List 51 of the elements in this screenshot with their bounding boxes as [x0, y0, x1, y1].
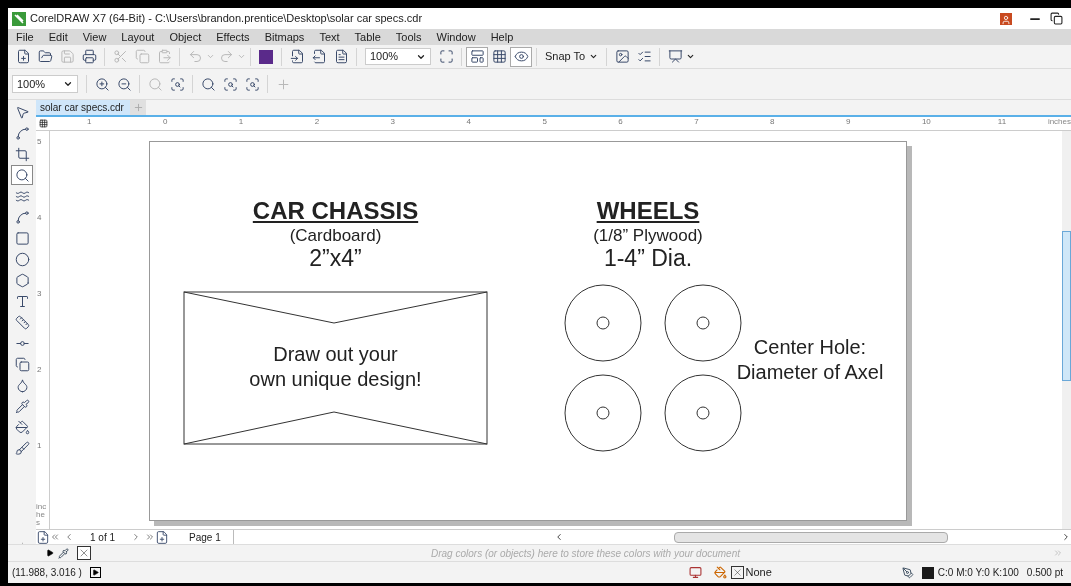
outline-color: C:0 M:0 Y:0 K:100 [937, 566, 1019, 580]
ruler-label: 1 [37, 441, 42, 450]
axle-note: Center Hole: Diameter of Axel [735, 335, 885, 385]
page-counter: 1 of 1 [90, 530, 116, 545]
menu-item[interactable]: Edit [48, 28, 68, 46]
heading: WHEELS [596, 199, 700, 223]
size-label: 1-4” Dia. [603, 247, 693, 270]
design-note: Draw out your own unique design! [248, 342, 423, 392]
ruler-label: 0 [162, 117, 168, 126]
ruler-label: 7 [694, 117, 699, 126]
menu-item[interactable]: Bitmaps [264, 28, 305, 46]
zoom-level-dropdown[interactable]: 100% [12, 75, 78, 93]
menu-item[interactable]: Object [169, 28, 202, 46]
fill-status: None [745, 565, 772, 581]
ruler-label: 4 [466, 117, 471, 126]
menu-item[interactable]: View [82, 28, 107, 46]
material-label: (1/8” Plywood) [593, 227, 703, 244]
ruler-label: 10 [921, 117, 931, 126]
menu-item[interactable]: Window [436, 28, 476, 46]
zoom-level-dropdown[interactable]: 100% [365, 48, 431, 65]
cursor-coordinates: (11.988, 3.016 ) [12, 566, 82, 580]
ruler-label: 2 [314, 117, 320, 126]
ruler-label: 2 [37, 365, 42, 374]
ruler-label: 3 [390, 117, 396, 126]
ruler-label: 1 [238, 117, 244, 126]
ruler-label: 9 [846, 117, 851, 126]
ruler-label: 1 [87, 117, 92, 126]
snap-to-dropdown[interactable]: Snap To [541, 48, 603, 65]
window-title: CorelDRAW X7 (64-Bit) - C:\Users\brandon.prentice\Desktop\solar car specs.cdr [30, 11, 423, 27]
outline-width: 0.500 pt [1026, 566, 1063, 580]
material-label: (Cardboard) [289, 227, 382, 244]
menu-item[interactable]: Layout [121, 28, 155, 46]
size-label: 2”x4” [309, 247, 362, 270]
document-tab[interactable]: solar car specs.cdr [36, 100, 130, 115]
ruler-label: 11 [997, 117, 1007, 126]
ruler-label: 5 [37, 137, 42, 146]
menu-item[interactable]: Table [354, 28, 381, 46]
heading: CAR CHASSIS [252, 199, 419, 223]
menu-item[interactable]: Text [319, 28, 340, 46]
ruler-label: 8 [770, 117, 775, 126]
menu-item[interactable]: File [16, 28, 34, 46]
palette-hint: Drag colors (or objects) here to store these colors with your document [431, 546, 741, 561]
ruler-label: 4 [37, 213, 42, 222]
ruler-unit: inches [36, 503, 48, 527]
menu-item[interactable]: Effects [216, 28, 250, 46]
ruler-label: 5 [542, 117, 547, 126]
ruler-unit: inches [1047, 117, 1071, 126]
menu-item[interactable]: Tools [395, 28, 422, 46]
menu-item[interactable]: Help [490, 28, 514, 46]
ruler-label: 3 [37, 289, 42, 298]
ruler-label: 6 [618, 117, 623, 126]
